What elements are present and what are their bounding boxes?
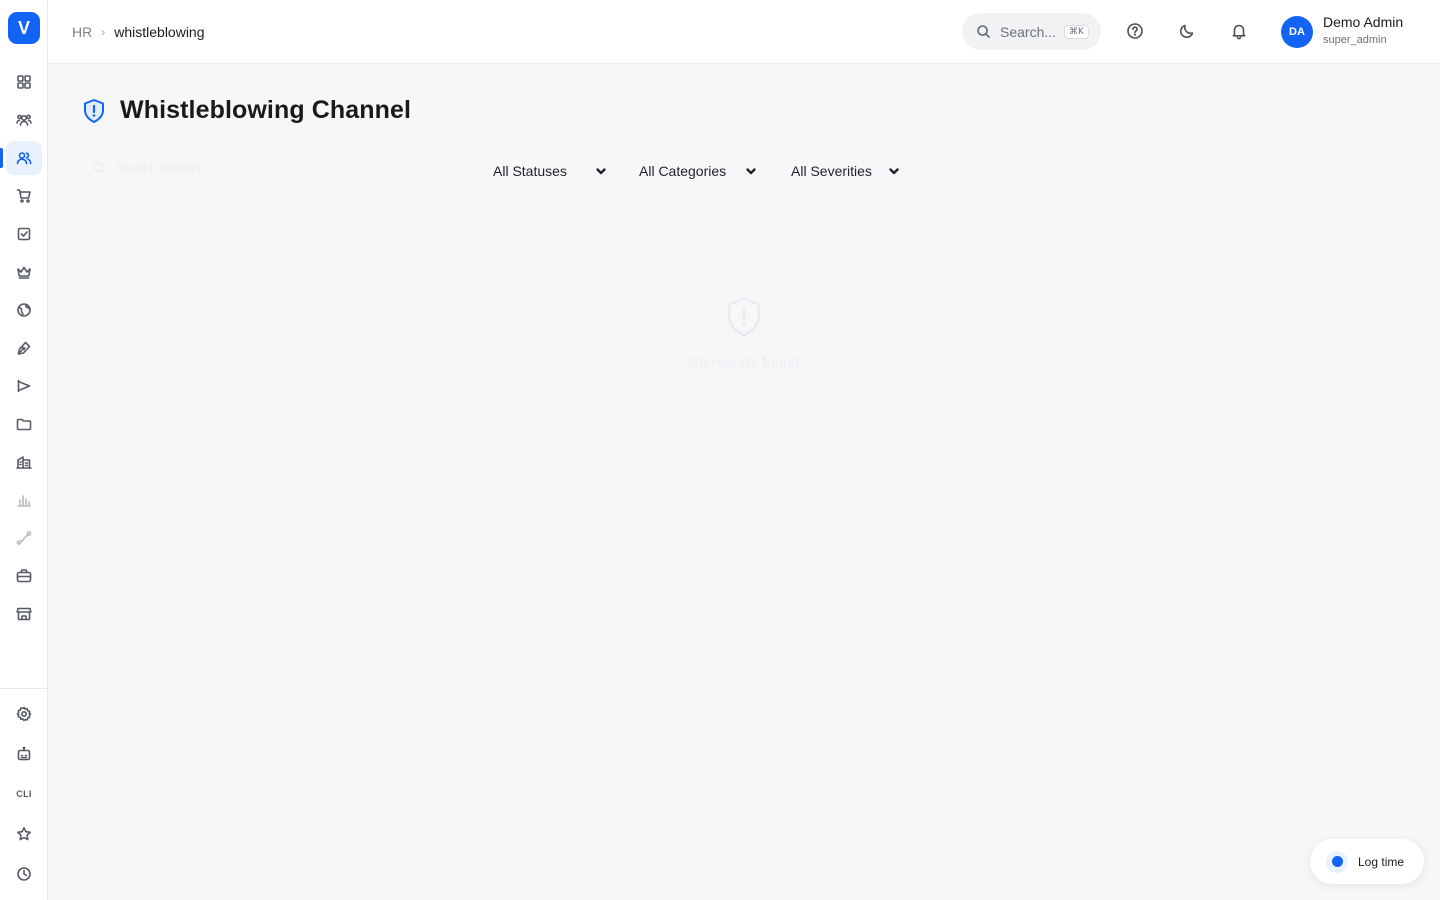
empty-state: No reports found: [620, 296, 868, 371]
sidebar-divider: [0, 688, 48, 689]
reports-search-input[interactable]: Search reports...: [92, 160, 212, 175]
cli-label: CLI: [16, 789, 32, 799]
bell-icon[interactable]: [1228, 20, 1250, 42]
log-time-button[interactable]: Log time: [1310, 839, 1424, 884]
route-icon[interactable]: [6, 521, 42, 555]
log-time-label: Log time: [1358, 854, 1405, 869]
reports-search-placeholder: Search reports...: [116, 160, 213, 175]
bar-chart-icon[interactable]: [6, 483, 42, 517]
avatar[interactable]: DA: [1281, 16, 1313, 48]
moon-icon[interactable]: [1176, 20, 1198, 42]
breadcrumb: HR › whistleblowing: [72, 0, 205, 64]
help-icon[interactable]: [1124, 20, 1146, 42]
shopping-cart-icon[interactable]: [6, 179, 42, 213]
shield-alert-icon: [84, 98, 104, 123]
crown-icon[interactable]: [6, 255, 42, 289]
search-icon: [93, 161, 105, 174]
pen-tool-icon[interactable]: [6, 331, 42, 365]
status-filter-select[interactable]: All Statuses: [493, 158, 607, 184]
chevron-down-icon: [596, 168, 606, 175]
timer-icon: [1326, 850, 1348, 873]
category-filter-value: All Categories: [639, 163, 727, 179]
breadcrumb-root[interactable]: HR: [72, 24, 92, 40]
briefcase-icon[interactable]: [6, 559, 42, 593]
status-filter-value: All Statuses: [493, 163, 567, 179]
page-header: Whistleblowing Channel: [82, 96, 411, 125]
clock-icon[interactable]: [6, 857, 42, 891]
star-icon[interactable]: [6, 817, 42, 851]
chevron-down-icon: [889, 168, 899, 175]
chevron-right-icon: ›: [101, 25, 106, 39]
globe-icon[interactable]: [6, 293, 42, 327]
megaphone-icon[interactable]: [6, 369, 42, 403]
building-icon[interactable]: [6, 445, 42, 479]
empty-state-message: No reports found: [688, 354, 800, 371]
users-icon[interactable]: [6, 141, 42, 175]
user-name[interactable]: Demo Admin: [1323, 14, 1403, 30]
category-filter-select[interactable]: All Categories: [639, 158, 757, 184]
folder-icon[interactable]: [6, 407, 42, 441]
breadcrumb-current: whistleblowing: [114, 24, 205, 40]
robot-icon[interactable]: [6, 737, 42, 771]
sidebar: V CLI: [0, 0, 48, 900]
global-search[interactable]: Search... ⌘K: [962, 13, 1101, 50]
search-placeholder: Search...: [1000, 23, 1057, 40]
app-logo[interactable]: V: [8, 12, 40, 44]
severity-filter-select[interactable]: All Severities: [791, 158, 900, 184]
active-indicator: [0, 148, 3, 168]
top-header: HR › whistleblowing Search... ⌘K DA Demo…: [48, 0, 1440, 64]
cli-icon[interactable]: CLI: [6, 777, 42, 811]
search-shortcut: ⌘K: [1064, 24, 1089, 39]
store-icon[interactable]: [6, 597, 42, 631]
dashboard-grid-icon[interactable]: [6, 65, 42, 99]
checkbox-icon[interactable]: [6, 217, 42, 251]
severity-filter-value: All Severities: [791, 163, 872, 179]
search-icon: [977, 25, 990, 38]
user-role: super_admin: [1323, 34, 1387, 46]
team-icon[interactable]: [6, 103, 42, 137]
chevron-down-icon: [746, 168, 756, 175]
page-title: Whistleblowing Channel: [120, 96, 412, 124]
gear-icon[interactable]: [6, 697, 42, 731]
shield-alert-icon: [727, 297, 761, 337]
